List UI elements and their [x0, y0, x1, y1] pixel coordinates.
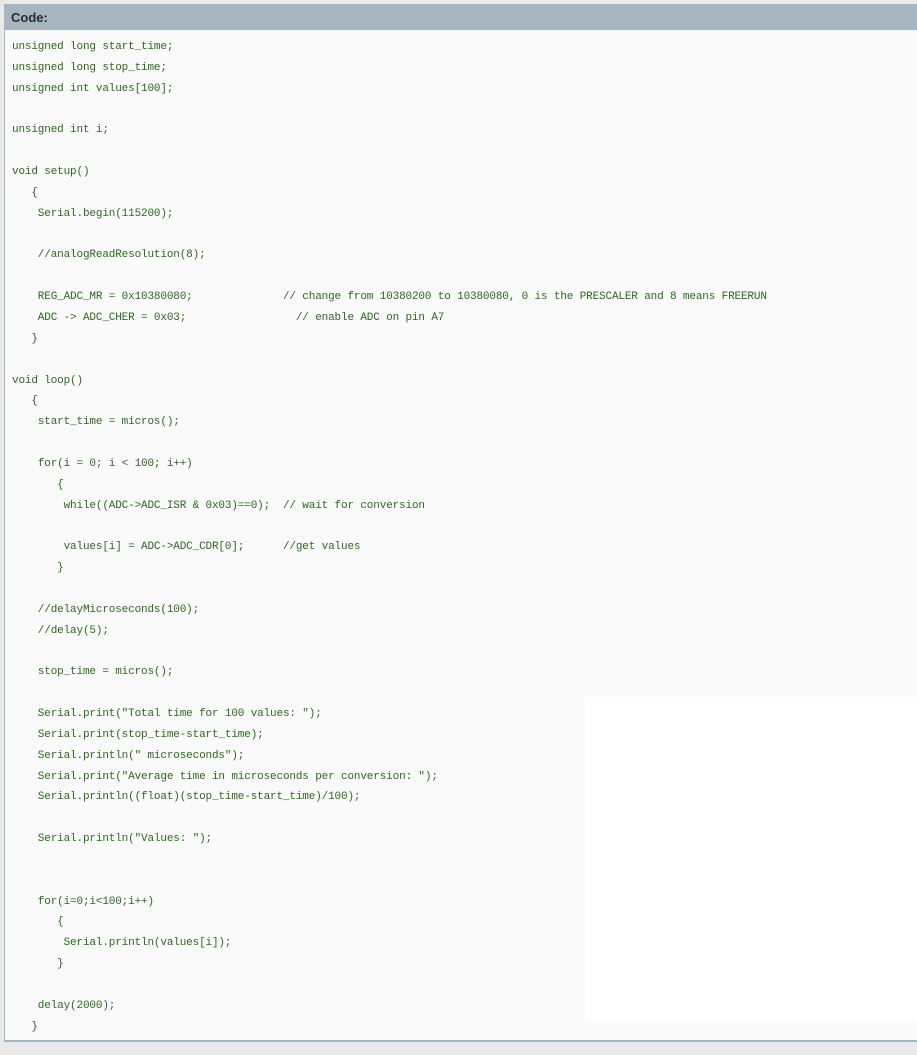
code-line: start_time = micros();	[12, 416, 180, 429]
code-line: while((ADC->ADC_ISR & 0x03)==0); // wait…	[12, 499, 425, 512]
code-line: {	[12, 186, 38, 199]
code-line: //analogReadResolution(8);	[12, 249, 206, 262]
code-line: stop_time = micros();	[12, 666, 174, 679]
code-line: REG_ADC_MR = 0x10380080; // change from …	[12, 291, 767, 304]
code-line: }	[12, 562, 64, 575]
code-line: {	[12, 478, 64, 491]
code-line: for(i = 0; i < 100; i++)	[12, 457, 193, 470]
code-line: //delayMicroseconds(100);	[12, 603, 200, 616]
blank-overlay-panel	[585, 697, 917, 1021]
code-line: unsigned int values[100];	[12, 82, 174, 95]
code-line: unsigned long stop_time;	[12, 61, 167, 74]
code-line: ADC -> ADC_CHER = 0x03; // enable ADC on…	[12, 311, 445, 324]
code-line: Serial.begin(115200);	[12, 207, 174, 220]
code-line: values[i] = ADC->ADC_CDR[0]; //get value…	[12, 541, 361, 554]
code-line: void setup()	[12, 166, 90, 179]
code-block-header: Code:	[5, 4, 917, 30]
code-line: void loop()	[12, 374, 83, 387]
code-line: unsigned int i;	[12, 124, 109, 137]
code-line: }	[12, 332, 38, 345]
code-line: unsigned long start_time;	[12, 41, 174, 53]
code-line: {	[12, 395, 38, 408]
code-line: //delay(5);	[12, 624, 109, 637]
